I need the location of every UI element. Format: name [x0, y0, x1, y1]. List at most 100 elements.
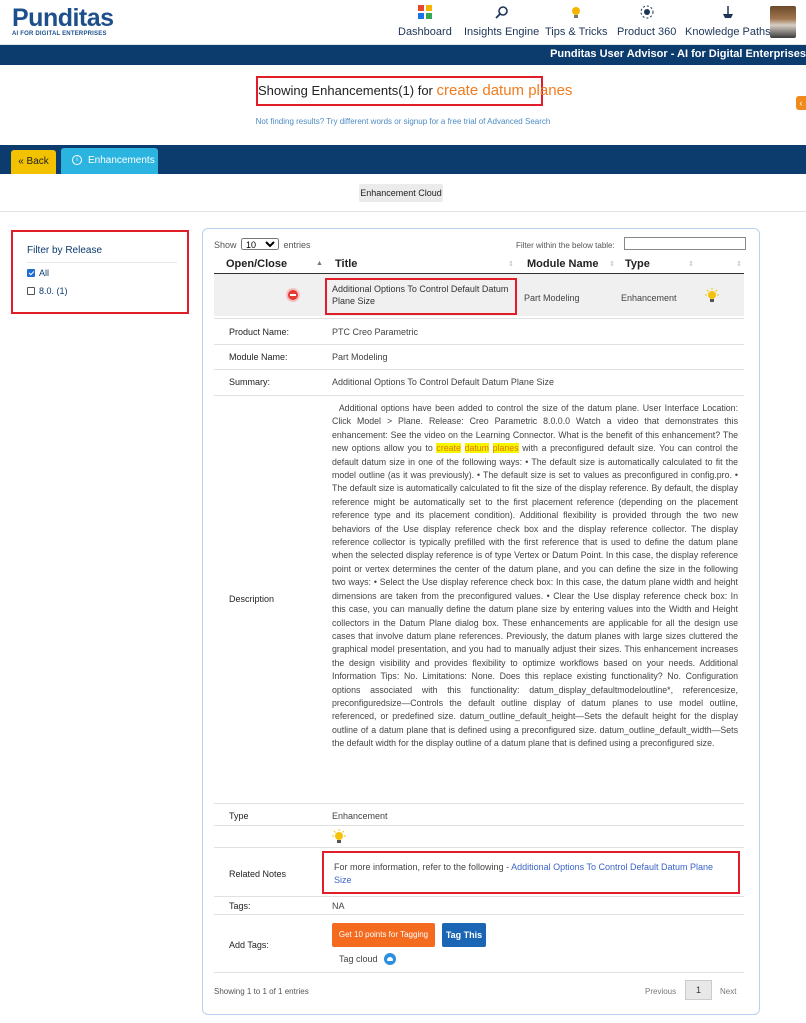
filter-option-label: All [39, 268, 50, 278]
tab-enhancements-label: Enhancements [88, 155, 155, 166]
pagination-page-1[interactable]: 1 [685, 980, 712, 1000]
filter-divider [27, 262, 177, 263]
type-label: Type [229, 811, 249, 821]
filter-option-all[interactable]: All [27, 268, 49, 278]
tags-value: NA [332, 901, 345, 911]
description-label: Description [229, 594, 275, 604]
chevron-left-icon: ‹ [799, 98, 803, 108]
lightbulb-icon [545, 4, 608, 24]
module-name-value: Part Modeling [332, 352, 388, 362]
table-filter-input[interactable] [624, 237, 746, 250]
sort-icon[interactable]: ⇕ [508, 260, 514, 268]
nav-tips-tricks[interactable]: Tips & Tricks [545, 4, 608, 38]
results-heading: Showing Enhancements(1) for create datum… [256, 76, 572, 106]
row-module: Part Modeling [524, 293, 580, 303]
row-title[interactable]: Additional Options To Control Default Da… [325, 278, 517, 315]
summary-label: Summary: [229, 377, 271, 387]
get-points-button[interactable]: Get 10 points for Tagging [332, 923, 435, 947]
cloud-icon[interactable] [383, 953, 396, 965]
tag-cloud-label: Tag cloud [339, 954, 378, 964]
description-after: with a preconfigured default size. You c… [332, 443, 738, 749]
column-module-name[interactable]: Module Name [527, 258, 599, 270]
sort-icon[interactable]: ⇕ [736, 260, 742, 268]
detail-row-divider [214, 344, 744, 345]
results-heading-prefix: Showing Enhancements(1) for [258, 83, 433, 98]
show-suffix: entries [283, 240, 311, 250]
summary-value: Additional Options To Control Default Da… [332, 377, 554, 387]
nav-dashboard[interactable]: Dashboard [398, 4, 452, 38]
checkbox-unchecked[interactable] [27, 287, 35, 295]
info-icon: i [72, 155, 82, 166]
user-avatar[interactable] [770, 6, 796, 38]
tab-enhancements[interactable]: i Enhancements [61, 148, 158, 174]
nav-insights-label: Insights Engine [464, 26, 540, 38]
tag-cloud[interactable]: Tag cloud [339, 953, 396, 965]
table-info: Showing 1 to 1 of 1 entries [214, 987, 309, 996]
sort-asc-icon[interactable]: ▲ [316, 260, 323, 267]
pagination-previous[interactable]: Previous [645, 987, 676, 996]
collapse-panel-tab[interactable]: ‹ [796, 96, 806, 110]
punditas-logo[interactable]: Punditas [12, 4, 114, 33]
tags-label: Tags: [229, 901, 251, 911]
nav-product-360[interactable]: Product 360 [617, 4, 676, 38]
add-tags-label: Add Tags: [229, 940, 269, 950]
highlight-term: datum [464, 443, 489, 454]
nav-insights-engine[interactable]: Insights Engine [464, 4, 539, 38]
entries-per-page-select[interactable]: 10 [241, 238, 280, 250]
detail-row-divider [214, 318, 744, 319]
filter-option-label: 8.0. (1) [39, 286, 68, 296]
enhancement-cloud-button[interactable]: Enhancement Cloud [359, 184, 443, 202]
column-open-close[interactable]: Open/Close [226, 258, 287, 270]
detail-row-divider [214, 914, 744, 915]
related-notes-label: Related Notes [229, 869, 287, 879]
description-text: Additional options have been added to co… [332, 402, 738, 751]
detail-row-divider [214, 847, 744, 848]
tag-this-button[interactable]: Tag This [442, 923, 486, 947]
dashboard-icon [398, 4, 452, 24]
search-query: create datum planes [436, 82, 573, 99]
nav-knowledge-label: Knowledge Paths [685, 26, 771, 38]
nav-knowledge-paths[interactable]: Knowledge Paths [685, 4, 771, 38]
table-filter-label: Filter within the below table: [516, 241, 615, 250]
detail-row-divider [214, 395, 744, 396]
pagination-next[interactable]: Next [720, 987, 736, 996]
back-button[interactable]: « Back [11, 150, 56, 174]
product-name-value: PTC Creo Parametric [332, 327, 419, 337]
highlight-term: create [436, 443, 461, 454]
related-notes-box: For more information, refer to the follo… [322, 851, 740, 894]
sort-icon[interactable]: ⇕ [609, 260, 615, 268]
search-insights-icon [464, 4, 539, 24]
nav-tips-label: Tips & Tricks [545, 26, 608, 38]
detail-row-divider [214, 896, 744, 897]
section-divider [0, 211, 806, 212]
row-type: Enhancement [621, 293, 677, 303]
column-type[interactable]: Type [625, 258, 650, 270]
detail-row-divider [214, 369, 744, 370]
column-title[interactable]: Title [335, 258, 357, 270]
related-notes-prefix: For more information, refer to the follo… [334, 862, 510, 872]
advisor-bar: Punditas User Advisor - AI for Digital E… [0, 45, 806, 65]
filter-by-release-panel: Filter by Release All 8.0. (1) [11, 230, 189, 314]
collapse-row-icon[interactable] [288, 290, 298, 300]
nav-product360-label: Product 360 [617, 26, 677, 38]
nav-dashboard-label: Dashboard [398, 26, 452, 38]
filter-title: Filter by Release [27, 245, 103, 256]
sort-icon[interactable]: ⇕ [688, 260, 694, 268]
highlight-term: planes [492, 443, 519, 454]
filter-option-8-0[interactable]: 8.0. (1) [27, 286, 68, 296]
detail-row-divider [214, 803, 744, 804]
product-360-icon [617, 4, 676, 24]
lightbulb-icon [704, 288, 720, 307]
search-hint[interactable]: Not finding results? Try different words… [0, 117, 806, 126]
module-name-label: Module Name: [229, 352, 288, 362]
knowledge-paths-icon [685, 4, 771, 24]
lightbulb-icon [331, 829, 347, 848]
logo-tagline: AI FOR DIGITAL ENTERPRISES [12, 31, 107, 37]
product-name-label: Product Name: [229, 327, 290, 337]
detail-row-divider [214, 825, 744, 826]
type-value: Enhancement [332, 811, 388, 821]
checkbox-checked[interactable] [27, 269, 35, 277]
top-header: Punditas AI FOR DIGITAL ENTERPRISES Dash… [0, 0, 806, 45]
show-entries-control: Show 10 entries [214, 238, 311, 250]
detail-row-divider [214, 972, 744, 973]
